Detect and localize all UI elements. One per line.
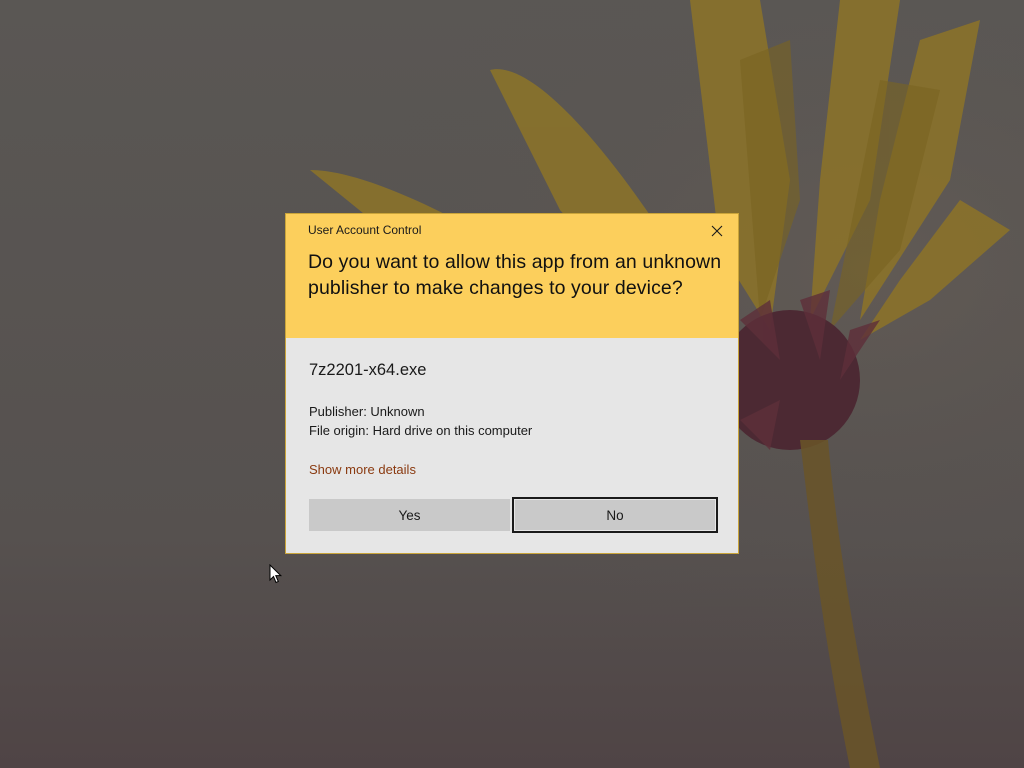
app-name: 7z2201-x64.exe — [309, 361, 427, 379]
close-icon — [711, 225, 723, 237]
dialog-header: User Account Control Do you want to allo… — [286, 214, 738, 338]
file-origin-info: File origin: Hard drive on this computer — [309, 423, 533, 438]
mouse-pointer-icon — [269, 564, 283, 584]
dialog-body: 7z2201-x64.exe Publisher: Unknown File o… — [286, 338, 738, 553]
no-button[interactable]: No — [512, 497, 718, 533]
uac-dialog: User Account Control Do you want to allo… — [285, 213, 739, 554]
yes-button[interactable]: Yes — [309, 499, 510, 531]
dialog-title: User Account Control — [308, 223, 422, 237]
close-button[interactable] — [704, 220, 730, 242]
dialog-question: Do you want to allow this app from an un… — [308, 251, 722, 299]
publisher-info: Publisher: Unknown — [309, 404, 425, 419]
show-more-details-link[interactable]: Show more details — [309, 462, 416, 477]
